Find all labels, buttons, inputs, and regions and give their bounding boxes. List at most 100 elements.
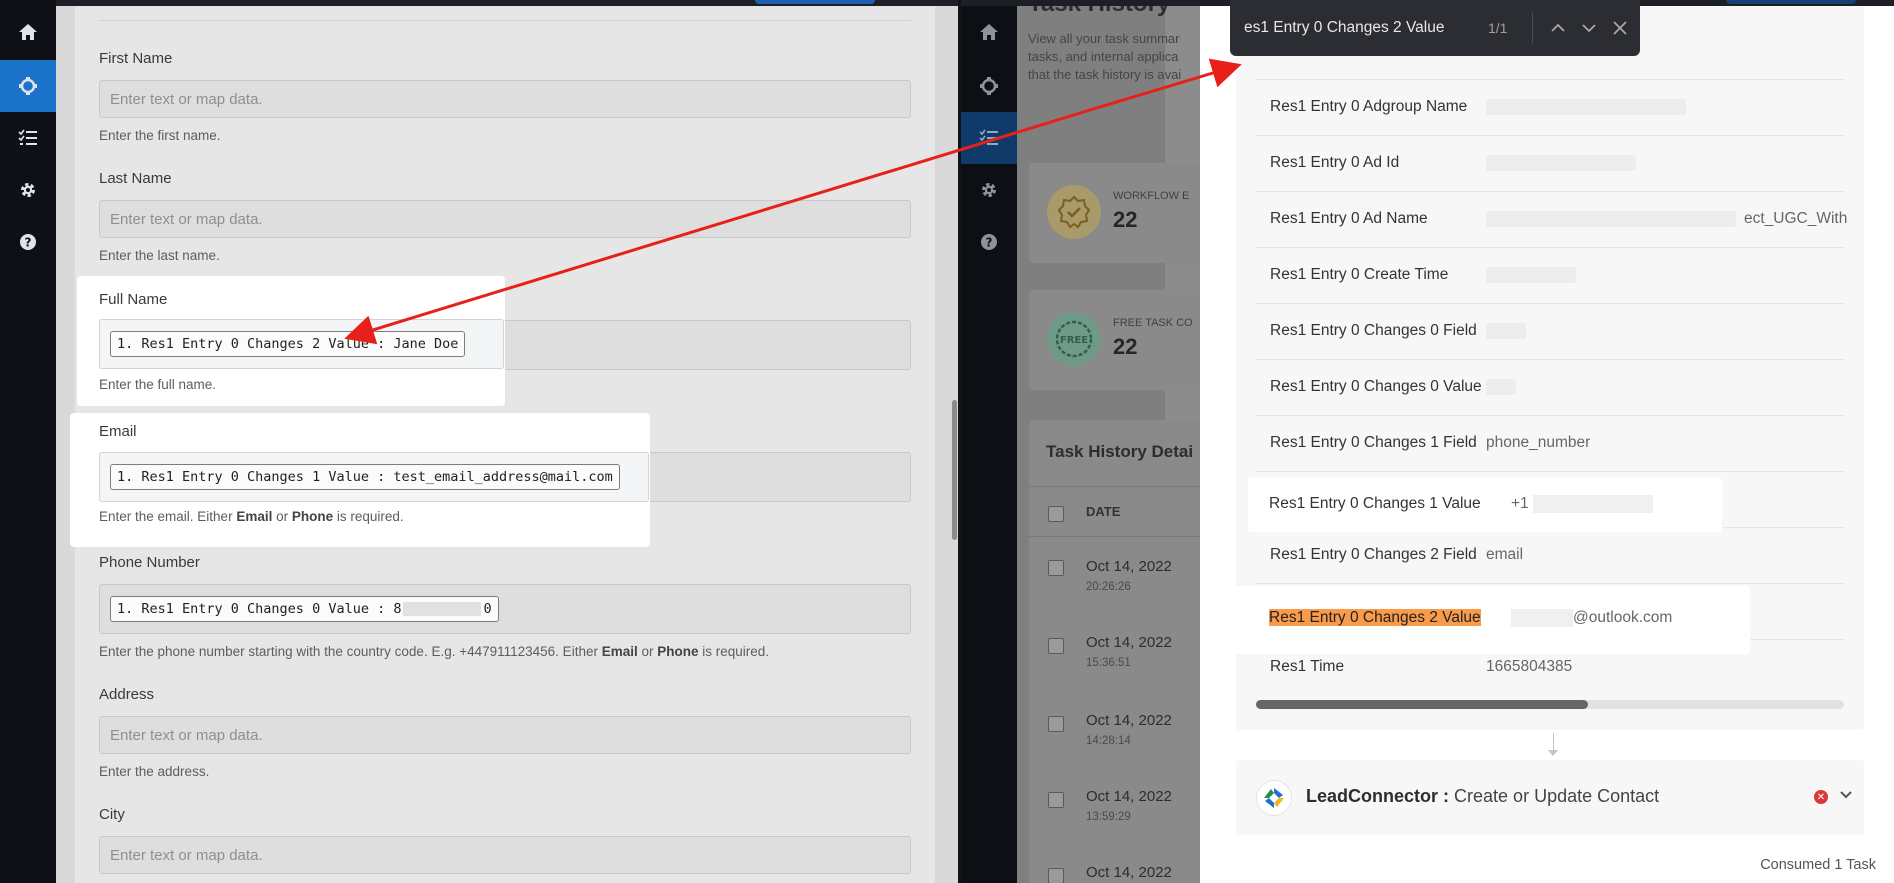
sidebar-item-workflows[interactable] <box>961 60 1017 112</box>
find-input[interactable] <box>1244 14 1474 42</box>
row-date: Oct 14, 2022 <box>1086 788 1172 805</box>
row-date: Oct 14, 2022 <box>1086 558 1172 575</box>
find-in-page-bar: 1/1 <box>1230 0 1640 56</box>
kv-row: Res1 Entry 0 Ad Name ect_UGC_With <box>1256 192 1847 248</box>
row-checkbox[interactable] <box>1048 638 1064 654</box>
first-name-input[interactable] <box>99 80 911 118</box>
top-button[interactable] <box>755 0 875 4</box>
chevron-down-icon <box>1582 24 1596 33</box>
gear-icon <box>21 183 35 197</box>
row-time: 13:59:29 <box>1086 811 1131 823</box>
kv-key: Res1 Entry 0 Changes 1 Value <box>1269 495 1481 512</box>
sidebar-item-settings[interactable] <box>961 164 1017 216</box>
row-checkbox[interactable] <box>1048 560 1064 576</box>
phone-number-input[interactable]: 1. Res1 Entry 0 Changes 0 Value : 8 0 <box>99 584 911 634</box>
card-label: FREE TASK CO <box>1113 317 1193 329</box>
gear-icon <box>982 183 996 197</box>
kv-value: 1665804385 <box>1486 658 1573 675</box>
help-text: Enter the email. Either <box>99 509 237 524</box>
row-checkbox[interactable] <box>1048 792 1064 808</box>
chip-text-end: 0 <box>483 601 492 617</box>
table-row[interactable]: Oct 14, 2022 20:26:26 <box>1086 558 1172 593</box>
leadconnector-step[interactable]: LeadConnector : Create or Update Contact… <box>1236 760 1864 835</box>
kv-row: Res1 Entry 0 Adgroup Name <box>1256 80 1844 136</box>
step-action-name: Create or Update Contact <box>1454 786 1660 806</box>
section-title: Task History Detai <box>1046 442 1194 461</box>
mapped-value-chip[interactable]: 1. Res1 Entry 0 Changes 0 Value : 8 0 <box>110 596 499 622</box>
step-title: LeadConnector : Create or Update Contact <box>1306 786 1659 807</box>
form-scrollbar[interactable] <box>952 400 957 540</box>
pane-divider <box>958 0 961 883</box>
help-text: is required. <box>698 644 770 659</box>
kv-row: Res1 Entry 0 Ad Id <box>1256 136 1844 192</box>
sidebar-item-tasks[interactable] <box>0 112 56 164</box>
help-text: or <box>272 509 292 524</box>
table-row[interactable]: Oct 14, 2022 15:36:51 <box>1086 634 1172 669</box>
highlight-phone-value: Res1 Entry 0 Changes 1 Value +1 2 <box>1249 478 1721 531</box>
sidebar-item-settings[interactable] <box>0 164 56 216</box>
redacted-value <box>1533 495 1653 513</box>
kv-key: Res1 Entry 0 Changes 2 Field <box>1270 546 1477 563</box>
sidebar-item-tasks[interactable] <box>961 112 1017 164</box>
kv-key: Res1 Entry 0 Ad Name <box>1270 210 1428 227</box>
find-previous-button[interactable] <box>1544 14 1572 42</box>
chip-text: 1. Res1 Entry 0 Changes 0 Value : 8 <box>117 601 402 617</box>
kv-key: Res1 Time <box>1270 658 1345 675</box>
kv-key: Res1 Entry 0 Changes 0 Value <box>1270 378 1482 395</box>
select-all-checkbox[interactable] <box>1048 506 1064 522</box>
field-address: Address Enter the address. <box>99 686 911 779</box>
highlight-email-value: Res1 Entry 0 Changes 2 Value @outlook.co… <box>1231 587 1749 653</box>
kv-row: Res1 Entry 0 Changes 0 Value <box>1256 360 1844 416</box>
help-bold-phone: Phone <box>291 509 334 524</box>
kv-value: phone_number <box>1486 434 1591 451</box>
step-connector-arrow <box>1548 750 1558 756</box>
task-detail-drawer: 1-1654-1434-1-89 Res1 Entry 0 Adgroup Na… <box>1200 0 1894 883</box>
page-description: View all your task summar tasks, and int… <box>1028 31 1182 82</box>
horizontal-scrollbar[interactable] <box>1256 700 1844 709</box>
row-checkbox[interactable] <box>1048 868 1064 883</box>
task-history-page: Task History View all your task summar t… <box>1017 0 1219 883</box>
last-name-input[interactable] <box>99 200 911 238</box>
help-text: is required. <box>333 509 404 524</box>
task-list-icon <box>18 129 37 145</box>
redacted-value <box>1486 379 1516 395</box>
table-row[interactable]: Oct 14, 2022 <box>1086 864 1172 881</box>
find-next-button[interactable] <box>1575 14 1603 42</box>
sidebar-item-help[interactable]: ? <box>961 216 1017 268</box>
city-input[interactable] <box>99 836 911 874</box>
help-icon: ? <box>20 234 36 250</box>
sidebar-item-help[interactable]: ? <box>0 216 56 268</box>
field-label: Address <box>99 686 155 703</box>
help-icon: ? <box>981 234 997 250</box>
email-input[interactable]: 1. Res1 Entry 0 Changes 1 Value : test_e… <box>99 452 649 502</box>
help-text: or <box>637 644 658 659</box>
top-button[interactable] <box>1726 0 1856 4</box>
row-checkbox[interactable] <box>1048 716 1064 732</box>
task-list-icon <box>979 129 998 145</box>
address-input[interactable] <box>99 716 911 754</box>
kv-key: Res1 Entry 0 Adgroup Name <box>1270 98 1468 115</box>
find-close-button[interactable] <box>1606 14 1634 42</box>
chevron-down-icon[interactable] <box>1838 786 1854 807</box>
sidebar-item-home[interactable] <box>961 6 1017 58</box>
redacted-value <box>403 602 482 616</box>
row-date: Oct 14, 2022 <box>1086 864 1172 881</box>
field-label: City <box>99 806 125 823</box>
full-name-input[interactable]: 1. Res1 Entry 0 Changes 2 Value : Jane D… <box>99 319 504 369</box>
mapped-value-chip[interactable]: 1. Res1 Entry 0 Changes 1 Value : test_e… <box>110 464 620 490</box>
svg-text:FREE: FREE <box>1060 335 1088 346</box>
mapped-value-chip[interactable]: 1. Res1 Entry 0 Changes 2 Value : Jane D… <box>110 331 466 357</box>
table-row[interactable]: Oct 14, 2022 14:28:14 <box>1086 712 1172 747</box>
row-date: Oct 14, 2022 <box>1086 712 1172 729</box>
table-row[interactable]: Oct 14, 2022 13:59:29 <box>1086 788 1172 823</box>
kv-row: Res1 Entry 0 Changes 0 Field <box>1256 304 1844 360</box>
field-label: Full Name <box>99 291 168 308</box>
home-icon <box>980 24 998 40</box>
sidebar-item-home[interactable] <box>0 6 56 58</box>
kv-key: Res1 Entry 0 Changes 0 Field <box>1270 322 1477 339</box>
redacted-value <box>1486 155 1636 171</box>
sidebar-item-workflows[interactable] <box>0 60 56 112</box>
field-help: Enter the last name. <box>99 248 220 263</box>
close-icon <box>1613 21 1627 35</box>
scrollbar-thumb[interactable] <box>1256 700 1588 709</box>
